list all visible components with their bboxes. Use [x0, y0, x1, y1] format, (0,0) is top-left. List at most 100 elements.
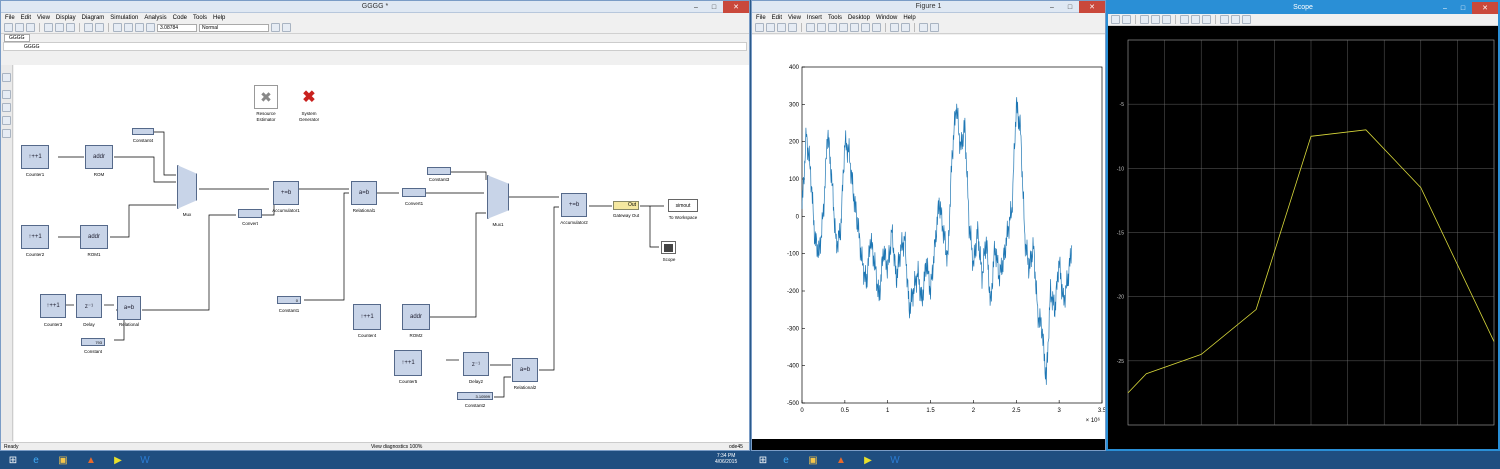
print-icon[interactable] — [1111, 15, 1120, 24]
floating-scope-icon[interactable] — [1220, 15, 1229, 24]
figure-menu-insert[interactable]: Insert — [807, 15, 822, 21]
minimize-button[interactable]: – — [687, 1, 705, 13]
maximize-button[interactable]: □ — [1454, 2, 1472, 14]
constant2-block[interactable]: 3.10599 — [457, 392, 493, 400]
up-icon[interactable] — [66, 23, 75, 32]
minimize-button[interactable]: – — [1436, 2, 1454, 14]
counter4-block[interactable]: ↑++1 — [353, 304, 381, 330]
zoom-x-icon[interactable] — [1151, 15, 1160, 24]
fit-icon[interactable] — [2, 90, 11, 99]
open-icon[interactable] — [766, 23, 775, 32]
xilinx-icon-2[interactable]: ▶ — [860, 453, 876, 467]
rotate-icon[interactable] — [850, 23, 859, 32]
figure-menu-view[interactable]: View — [788, 15, 801, 21]
open-icon[interactable] — [15, 23, 24, 32]
figure-menu-tools[interactable]: Tools — [828, 15, 842, 21]
brush-icon[interactable] — [872, 23, 881, 32]
gateway-out-block[interactable]: Out — [613, 201, 639, 210]
simulink-menu-analysis[interactable]: Analysis — [144, 15, 166, 21]
zoom-y-icon[interactable] — [1162, 15, 1171, 24]
constant1-block[interactable]: 0 — [277, 296, 301, 304]
system-generator-icon[interactable]: ✖ — [297, 85, 321, 109]
zoom-icon[interactable] — [2, 73, 11, 82]
matlab-icon[interactable]: ▲ — [83, 453, 99, 467]
delay2-block[interactable]: z⁻¹ — [463, 352, 489, 376]
figure-menu-edit[interactable]: Edit — [772, 15, 782, 21]
figure-menu-help[interactable]: Help — [903, 15, 915, 21]
maximize-button[interactable]: □ — [705, 1, 723, 13]
xilinx-icon[interactable]: ▶ — [110, 453, 126, 467]
show-tools-icon[interactable] — [930, 23, 939, 32]
zoom-in-icon[interactable] — [817, 23, 826, 32]
status-center[interactable]: View diagnostics 100% — [371, 444, 422, 450]
autoscale-icon[interactable] — [1180, 15, 1189, 24]
scope-block[interactable] — [661, 241, 676, 254]
delay-block[interactable]: z⁻¹ — [76, 294, 102, 318]
file-explorer-icon-2[interactable]: ▣ — [805, 453, 821, 467]
constant4-block[interactable] — [132, 128, 154, 135]
figure-plot[interactable]: 0 0.5 1 1.5 2 2.5 3 3.5 400 300 200 100 0 -100 -200 -30… — [752, 35, 1105, 439]
print-icon[interactable] — [788, 23, 797, 32]
figure-menu-desktop[interactable]: Desktop — [848, 15, 870, 21]
counter5-block[interactable]: ↑++1 — [394, 350, 422, 376]
matlab-icon-2[interactable]: ▲ — [833, 453, 849, 467]
breadcrumb[interactable]: GGGG — [3, 42, 747, 51]
image-icon[interactable] — [2, 129, 11, 138]
counter1-block[interactable]: ↑++1 — [21, 145, 49, 169]
convert-block[interactable] — [238, 209, 262, 218]
ie-icon-2[interactable]: e — [778, 453, 794, 467]
lock-icon[interactable] — [1231, 15, 1240, 24]
simulink-menu-tools[interactable]: Tools — [193, 15, 207, 21]
relational2-block[interactable]: a=b — [512, 358, 538, 382]
sim-mode-select[interactable]: Normal — [199, 23, 269, 32]
build-icon[interactable] — [271, 23, 280, 32]
constant3-block[interactable] — [427, 167, 451, 175]
library-icon[interactable] — [84, 23, 93, 32]
rom2-block[interactable]: addr — [402, 304, 430, 330]
legend-icon[interactable] — [901, 23, 910, 32]
word-icon[interactable]: W — [137, 453, 153, 467]
rom1-block[interactable]: addr — [80, 225, 108, 249]
word-icon-2[interactable]: W — [887, 453, 903, 467]
save-axes-icon[interactable] — [1191, 15, 1200, 24]
zoom-out-icon[interactable] — [828, 23, 837, 32]
stop-icon[interactable] — [135, 23, 144, 32]
simulink-menu-view[interactable]: View — [37, 15, 50, 21]
parameters-icon[interactable] — [1122, 15, 1131, 24]
arrow-icon[interactable] — [2, 103, 11, 112]
back-icon[interactable] — [44, 23, 53, 32]
simulink-menu-diagram[interactable]: Diagram — [82, 15, 105, 21]
signal-selection-icon[interactable] — [1242, 15, 1251, 24]
tab-gggg[interactable]: GGGG — [4, 34, 30, 42]
forward-icon[interactable] — [55, 23, 64, 32]
simulink-menu-display[interactable]: Display — [56, 15, 76, 21]
minimize-button[interactable]: – — [1043, 1, 1061, 13]
model-settings-icon[interactable] — [95, 23, 104, 32]
simulink-menu-edit[interactable]: Edit — [21, 15, 31, 21]
windows-start-icon[interactable]: ⊞ — [5, 453, 21, 467]
close-button[interactable]: ✕ — [1079, 1, 1105, 13]
save-icon[interactable] — [26, 23, 35, 32]
save-icon[interactable] — [777, 23, 786, 32]
counter2-block[interactable]: ↑++1 — [21, 225, 49, 249]
figure-menu-window[interactable]: Window — [876, 15, 897, 21]
accumulator2-block[interactable]: +=b — [561, 193, 587, 217]
resource-estimator-icon[interactable]: ✖ — [254, 85, 278, 109]
ie-icon[interactable]: e — [28, 453, 44, 467]
zoom-icon[interactable] — [1140, 15, 1149, 24]
relational1-block[interactable]: a=b — [351, 181, 377, 205]
colorbar-icon[interactable] — [890, 23, 899, 32]
maximize-button[interactable]: □ — [1061, 1, 1079, 13]
data-cursor-icon[interactable] — [861, 23, 870, 32]
grid-icon[interactable] — [282, 23, 291, 32]
close-button[interactable]: ✕ — [723, 1, 749, 13]
constant-block[interactable]: 793 — [81, 338, 105, 346]
new-figure-icon[interactable] — [755, 23, 764, 32]
to-workspace-block[interactable]: simout — [668, 199, 698, 212]
run-icon[interactable] — [113, 23, 122, 32]
relational-block[interactable]: a=b — [117, 296, 141, 320]
pan-icon[interactable] — [839, 23, 848, 32]
hide-tools-icon[interactable] — [919, 23, 928, 32]
rom-block[interactable]: addr — [85, 145, 113, 169]
stop-time-field[interactable]: 3.08784 — [157, 23, 197, 32]
